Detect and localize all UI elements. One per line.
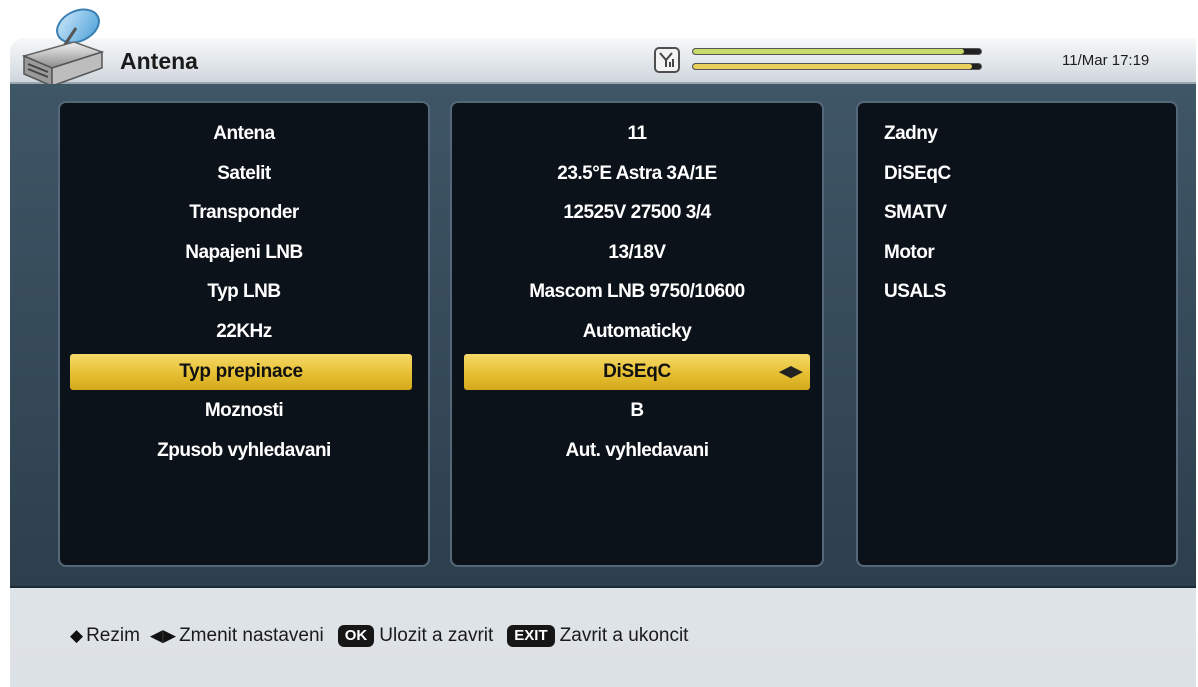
setting-value[interactable]: DiSEqC ◀▶: [464, 353, 810, 390]
setting-label[interactable]: Satelit: [60, 159, 428, 189]
switch-options-panel: Zadny DiSEqC SMATV Motor USALS: [856, 101, 1178, 567]
help-bar: ◆ Rezim ◀▶ Zmenit nastaveni OK Ulozit a …: [70, 622, 688, 650]
help-rezim: Rezim: [86, 625, 140, 646]
switch-option[interactable]: Zadny: [884, 119, 938, 149]
setting-label[interactable]: Typ LNB: [60, 277, 428, 307]
help-exit-text: Zavrit a ukoncit: [559, 625, 689, 646]
switch-option[interactable]: Motor: [884, 238, 935, 268]
setting-label[interactable]: Typ prepinace: [70, 353, 412, 390]
setting-value[interactable]: Aut. vyhledavani: [452, 436, 822, 466]
setting-value[interactable]: 11: [452, 119, 822, 149]
settings-values-panel: 11 23.5°E Astra 3A/1E 12525V 27500 3/4 13/1…: [450, 101, 824, 567]
setting-label[interactable]: Moznosti: [60, 396, 428, 426]
setting-value[interactable]: Automaticky: [452, 317, 822, 347]
datetime: 11/Mar 17:19: [1062, 52, 1150, 69]
setting-value[interactable]: Mascom LNB 9750/10600: [452, 277, 822, 307]
satellite-receiver-icon: [21, 8, 105, 88]
switch-option[interactable]: USALS: [884, 277, 946, 307]
up-down-arrows-icon: ◆: [70, 626, 84, 645]
exit-key-badge: EXIT: [507, 625, 555, 647]
setting-value[interactable]: 13/18V: [452, 238, 822, 268]
help-zmenit: Zmenit nastaveni: [179, 625, 324, 646]
setting-label[interactable]: Transponder: [60, 198, 428, 228]
signal-antenna-icon: [654, 47, 680, 73]
setting-value-text: DiSEqC: [603, 360, 671, 382]
switch-option[interactable]: DiSEqC: [884, 159, 951, 189]
setting-label[interactable]: Antena: [60, 119, 428, 149]
signal-quality-bar: [692, 63, 982, 70]
settings-labels-panel: Antena Satelit Transponder Napajeni LNB Typ …: [58, 101, 430, 567]
setting-label[interactable]: Zpusob vyhledavani: [60, 436, 428, 466]
setting-label[interactable]: Napajeni LNB: [60, 238, 428, 268]
help-ok-text: Ulozit a zavrit: [379, 625, 494, 646]
switch-option[interactable]: SMATV: [884, 198, 947, 228]
left-right-arrows-icon: ◀▶: [149, 626, 177, 645]
setting-value[interactable]: 12525V 27500 3/4: [452, 198, 822, 228]
setting-value[interactable]: 23.5°E Astra 3A/1E: [452, 159, 822, 189]
setting-value[interactable]: B: [452, 396, 822, 426]
setting-label[interactable]: 22KHz: [60, 317, 428, 347]
ok-key-badge: OK: [337, 625, 375, 647]
left-right-arrows-icon: ◀▶: [779, 362, 803, 380]
page-title: Antena: [120, 48, 198, 74]
signal-strength-bar: [692, 48, 982, 55]
